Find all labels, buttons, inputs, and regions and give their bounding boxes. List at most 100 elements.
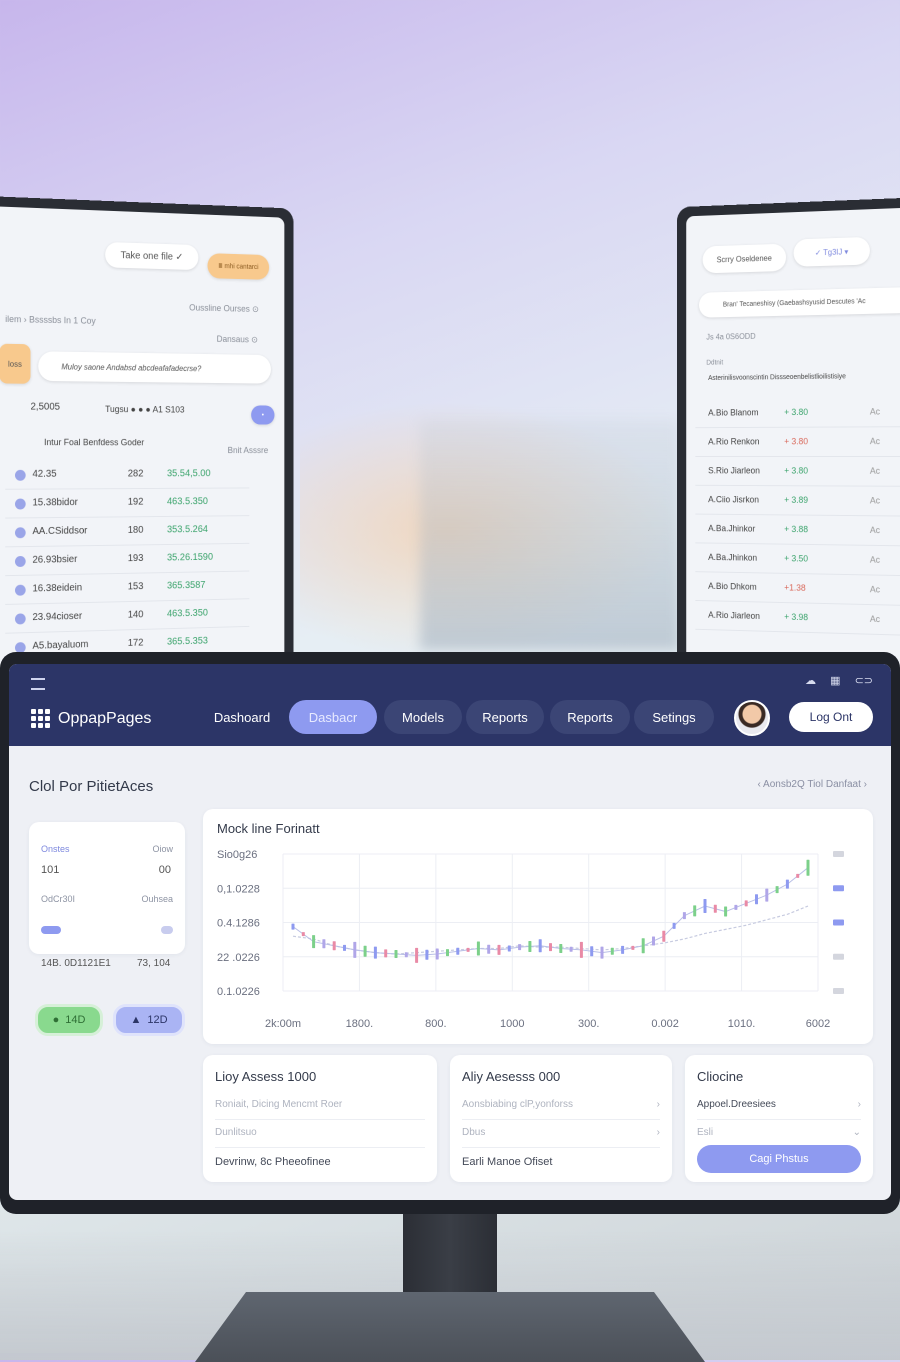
left-list-row[interactable]: 42.35 282 35.54,5.00 — [5, 463, 249, 490]
candle-mark — [704, 899, 707, 913]
left-row-val: 365.3587 — [167, 580, 205, 591]
left-list-row[interactable]: AA.CSiddsor 180 353.5.264 — [5, 518, 249, 547]
right-row-name: A.Bio Dhkom — [708, 581, 757, 592]
right-row-end: Ac — [870, 407, 880, 417]
left-option-2[interactable]: Dansaus ⊙ — [217, 334, 258, 345]
right-list-row[interactable]: A.Ciio Jisrkon + 3.89 Ac — [695, 485, 900, 517]
stats-label-a: Onstes — [41, 844, 70, 854]
left-pill-1[interactable]: Take one file ✓ — [105, 242, 198, 270]
top-navbar: ☁ ▦ ⊂⊃ OppapPages Dashoard Dasbacr Model… — [9, 664, 891, 746]
candle-mark — [673, 923, 676, 929]
tab-reports-2[interactable]: Reports — [550, 700, 630, 734]
card1-row-1-text: Roniait, Dicing Mencmt Roer — [215, 1099, 342, 1110]
right-list-row[interactable]: A.Rio Jiarleon + 3.98 Ac — [695, 600, 900, 637]
right-row-end: Ac — [870, 466, 880, 476]
stats-label-b: Oiow — [152, 844, 173, 854]
chip-green[interactable]: ● 14D — [35, 1004, 103, 1036]
left-list-row[interactable]: 15.38bidor 192 463.5.350 — [5, 490, 249, 518]
candle-mark — [631, 946, 634, 950]
chip-blue[interactable]: ▲ 12D — [113, 1004, 185, 1036]
bottom-card-2: Aliy Aesesss 000 Aonsbiabing clP,yonfors… — [450, 1055, 672, 1182]
right-row-val: + 3.98 — [784, 612, 808, 622]
triangle-icon: ▲ — [130, 1014, 141, 1026]
card2-row-1[interactable]: Aonsbiabing clP,yonforss › — [462, 1093, 660, 1120]
logout-button[interactable]: Log Ont — [789, 702, 873, 732]
left-monitor: Take one file ✓ Ⅲ mhi cantarci Oussline … — [0, 195, 293, 715]
right-list-row[interactable]: S.Rio Jiarleon + 3.80 Ac — [695, 456, 900, 487]
stats-card: Onstes Oiow 101 00 OdCr30I Ouhsea — [29, 822, 185, 954]
y-tick-label: 0.1.0226 — [217, 986, 260, 998]
chevron-right-icon: › — [657, 1099, 660, 1110]
legend-marker — [833, 920, 844, 926]
cloud-icon[interactable]: ☁ — [805, 674, 816, 687]
left-row-qty: 282 — [128, 469, 144, 480]
chip-blue-label: 12D — [147, 1014, 167, 1026]
left-row-val: 35.26.1590 — [167, 552, 213, 563]
brand-name: OppapPages — [58, 710, 151, 728]
right-message-text: Bran' Tecaneshisy (Gaebashsyusid Descute… — [723, 298, 866, 308]
tab-dashboard[interactable]: Dashoard — [199, 700, 285, 734]
left-row-name: 16.38eidein — [32, 583, 82, 595]
pin-icon: ● — [53, 1014, 60, 1026]
right-row-name: A.Bio Blanom — [708, 408, 758, 418]
main-screen: ☁ ▦ ⊂⊃ OppapPages Dashoard Dasbacr Model… — [9, 664, 891, 1200]
candle-mark — [374, 947, 377, 959]
tab-reports[interactable]: Reports — [466, 700, 544, 734]
left-message-text: Muloy saone Andabsd abcdeafafadecrse? — [61, 362, 201, 373]
tab-settings[interactable]: Setings — [634, 700, 714, 734]
right-list-row[interactable]: A.Rio Renkon + 3.80 Ac — [695, 426, 900, 457]
left-amount: 2,5005 — [31, 402, 60, 413]
left-row-name: 26.93bsier — [32, 554, 77, 566]
primary-action-button[interactable]: Cagi Phstus — [697, 1145, 861, 1173]
candle-mark — [693, 905, 696, 916]
circle-icon — [15, 527, 26, 538]
tab-models[interactable]: Models — [384, 700, 462, 734]
x-tick-label: 300. — [578, 1018, 599, 1030]
legend-marker — [833, 885, 844, 891]
x-tick-label: 1000 — [500, 1018, 524, 1030]
candle-mark — [559, 944, 562, 953]
candle-mark — [518, 944, 521, 950]
right-row-val: + 3.80 — [784, 466, 808, 476]
card2-row-1-text: Aonsbiabing clP,yonforss — [462, 1099, 573, 1110]
card3-row-1[interactable]: Appoel.Dreesiees › — [697, 1093, 861, 1120]
candle-mark — [477, 942, 480, 956]
breadcrumb[interactable]: ‹ Aonsb2Q Tiol Danfaat › — [757, 779, 867, 790]
card1-row-2[interactable]: Dunlitsuo — [215, 1121, 425, 1148]
right-pill-1[interactable]: Scrry Oseldenee — [703, 244, 786, 274]
candle-mark — [312, 935, 315, 948]
chevron-right-icon: › — [858, 1099, 861, 1110]
stats-foot-b: 73, 104 — [137, 958, 170, 969]
user-avatar[interactable] — [734, 700, 770, 736]
candle-mark — [601, 947, 604, 959]
brand-logo[interactable]: OppapPages — [31, 709, 151, 728]
left-tab[interactable]: loss — [0, 344, 31, 384]
line-chart[interactable]: Sio0g26 0,1.0228 0.4.1286 22 .0226 0.1.0226 2… — [203, 809, 873, 1044]
tab-dasbacr[interactable]: Dasbacr — [289, 700, 377, 734]
legend-marker — [833, 851, 844, 857]
left-option-1[interactable]: Oussline Ourses ⊙ — [189, 303, 259, 315]
left-pill-2[interactable]: Ⅲ mhi cantarci — [208, 253, 270, 280]
candle-mark — [425, 950, 428, 960]
left-list-row[interactable]: 16.38eidein 153 365.3587 — [5, 573, 249, 605]
monitor-stand-base — [195, 1292, 705, 1362]
grid-icon[interactable]: ▦ — [830, 674, 840, 687]
candle-mark — [652, 936, 655, 945]
card1-row-1[interactable]: Roniait, Dicing Mencmt Roer — [215, 1093, 425, 1120]
hamburger-icon[interactable] — [31, 678, 45, 690]
right-list-row[interactable]: A.Bio Blanom + 3.80 Ac — [695, 396, 900, 428]
right-monitor: Scrry Oseldenee ✓ Tg3IJ ▾ Bran' Tecanesh… — [677, 196, 900, 716]
card2-row-2[interactable]: Dbus › — [462, 1121, 660, 1148]
right-pill-2[interactable]: ✓ Tg3IJ ▾ — [794, 237, 870, 267]
candle-mark — [302, 932, 305, 936]
link-icon[interactable]: ⊂⊃ — [855, 674, 873, 687]
card2-row-2-text: Dbus — [462, 1127, 485, 1138]
left-row-qty: 192 — [128, 497, 144, 508]
left-message: Muloy saone Andabsd abcdeafafadecrse? — [38, 351, 271, 383]
candle-mark — [611, 948, 614, 955]
card1-foot: Devrinw, 8c Pheeofinee — [215, 1156, 331, 1168]
left-list-row[interactable]: 26.93bsier 193 35.26.1590 — [5, 546, 249, 576]
left-mini-button[interactable]: • — [251, 405, 274, 424]
left-breadcrumb: ilem › Bssssbs In 1 Coy — [5, 314, 95, 326]
card3-row-2[interactable]: Esli ⌄ — [697, 1121, 861, 1147]
